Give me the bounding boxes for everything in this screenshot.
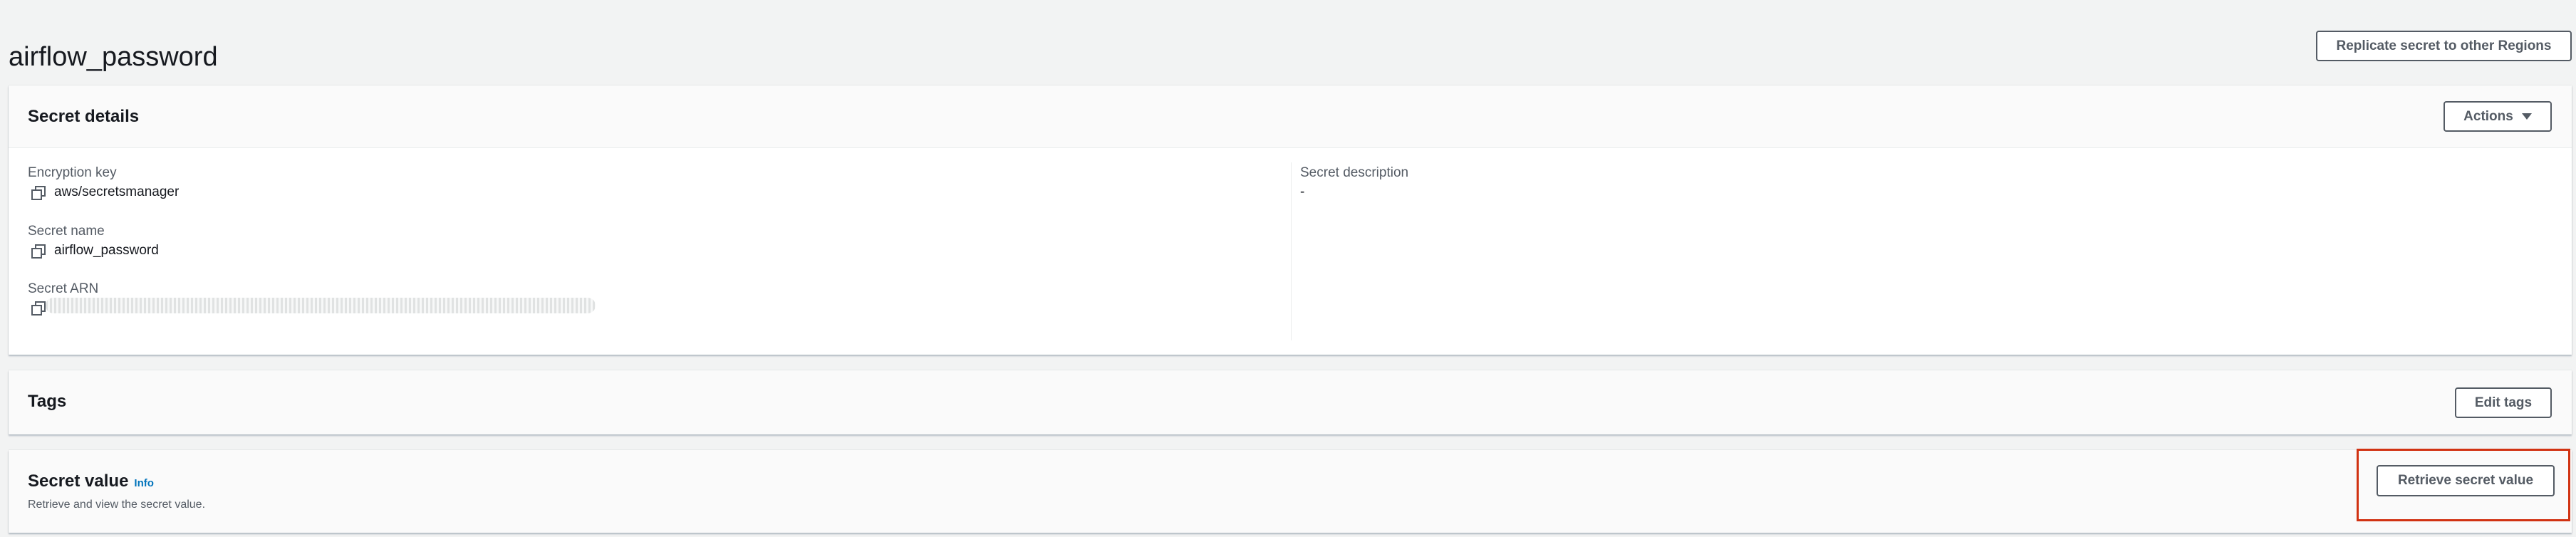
- info-link[interactable]: Info: [134, 477, 154, 489]
- retrieve-secret-value-button[interactable]: Retrieve secret value: [2377, 465, 2555, 496]
- secret-name-label: Secret name: [28, 224, 105, 239]
- tags-title: Tags: [28, 392, 67, 411]
- secret-arn-label: Secret ARN: [28, 281, 99, 296]
- actions-dropdown-button[interactable]: Actions: [2443, 101, 2552, 132]
- copy-icon[interactable]: [31, 301, 46, 316]
- copy-icon[interactable]: [31, 185, 46, 200]
- secret-details-title: Secret details: [28, 107, 140, 126]
- secret-value-title-text: Secret value: [28, 471, 129, 491]
- secret-name-text: airflow_password: [54, 243, 159, 258]
- secret-value-title: Secret value Info: [28, 471, 154, 491]
- secret-details-header: Secret details Actions: [9, 85, 2572, 148]
- tags-panel: Tags Edit tags: [9, 370, 2572, 434]
- tags-header: Tags Edit tags: [9, 370, 2572, 434]
- page-title: airflow_password: [9, 42, 218, 73]
- secret-name-value: airflow_password: [31, 243, 159, 259]
- redacted-arn: [46, 298, 596, 313]
- replicate-secret-button[interactable]: Replicate secret to other Regions: [2316, 31, 2572, 61]
- secret-value-panel: Secret value Info Retrieve and view the …: [9, 450, 2572, 533]
- encryption-key-text: aws/secretsmanager: [54, 184, 180, 199]
- edit-tags-button[interactable]: Edit tags: [2455, 387, 2552, 418]
- column-divider: [1291, 162, 1292, 340]
- caret-down-icon: [2521, 113, 2532, 120]
- copy-icon[interactable]: [31, 244, 46, 259]
- secret-description-label: Secret description: [1300, 165, 1409, 180]
- secret-details-panel: Secret details Actions Encryption key aw…: [9, 85, 2572, 355]
- secret-value-description: Retrieve and view the secret value.: [28, 499, 206, 511]
- encryption-key-label: Encryption key: [28, 165, 117, 180]
- secret-description-value: -: [1300, 184, 1305, 199]
- secret-value-header: Secret value Info Retrieve and view the …: [9, 450, 2572, 533]
- encryption-key-value: aws/secretsmanager: [31, 184, 179, 200]
- actions-label: Actions: [2463, 108, 2513, 124]
